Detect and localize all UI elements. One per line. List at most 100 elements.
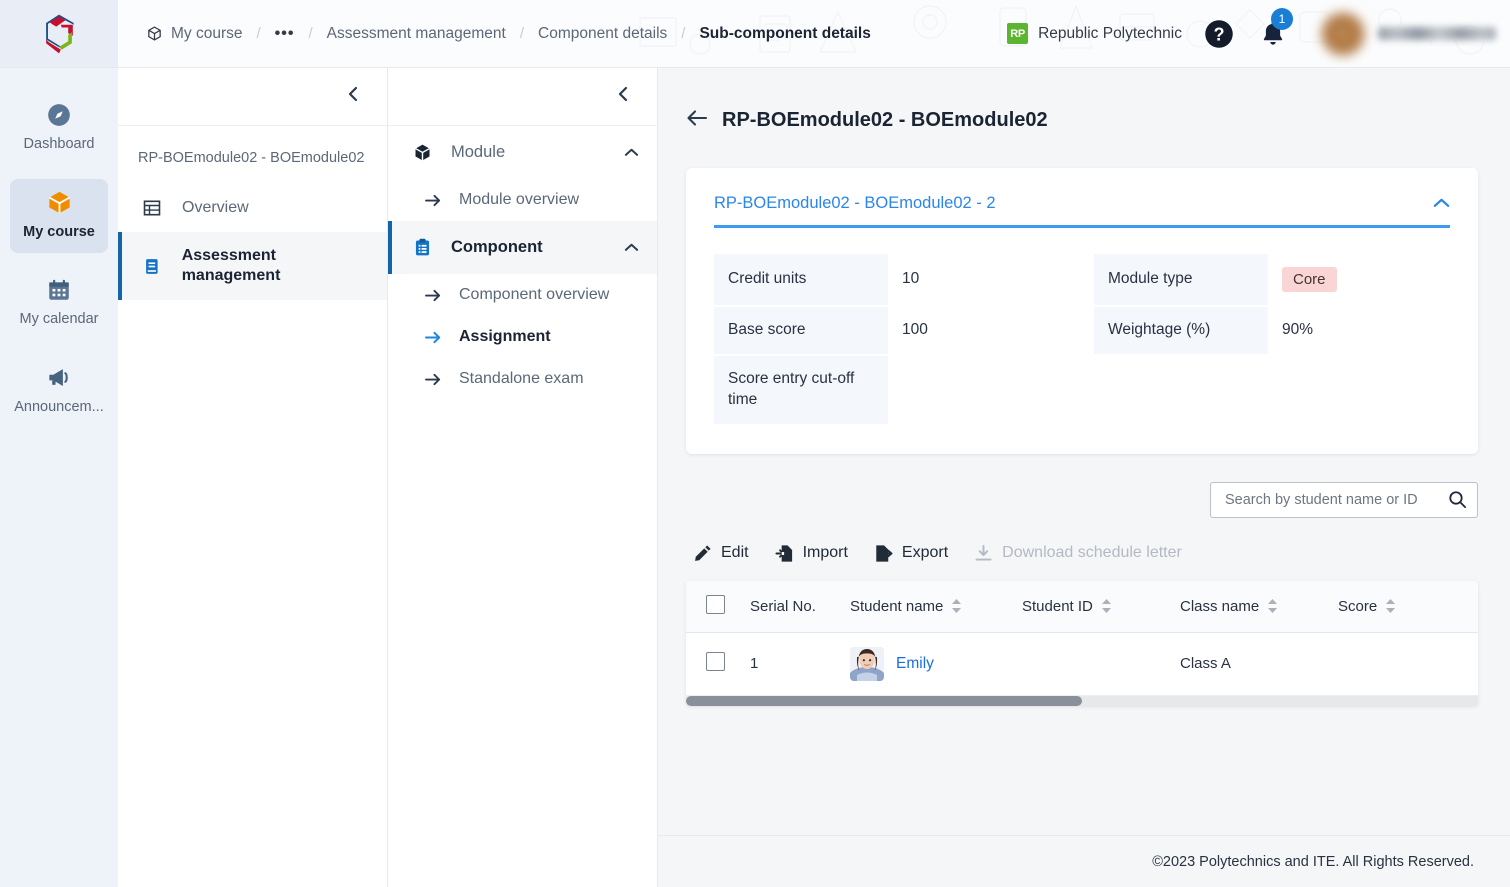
nav-subitem-module-overview[interactable]: Module overview xyxy=(388,179,657,221)
row-select-cell xyxy=(686,632,742,696)
breadcrumb-item-assessment-management[interactable]: Assessment management xyxy=(327,25,506,43)
cell-score xyxy=(1330,632,1450,696)
rail-label: My calendar xyxy=(19,310,99,327)
file-export-icon xyxy=(876,544,893,562)
search-input[interactable] xyxy=(1223,490,1440,509)
cell-spacer xyxy=(1450,632,1478,696)
student-avatar xyxy=(850,646,884,681)
sort-icon[interactable] xyxy=(1101,598,1112,614)
sort-icon[interactable] xyxy=(1267,598,1278,614)
cube-icon xyxy=(48,191,70,214)
column-header-student-id[interactable]: Student ID xyxy=(1014,580,1172,633)
module-type-badge: Core xyxy=(1282,266,1337,292)
sidebar-item-assessment-management[interactable]: Assessment management xyxy=(118,232,387,300)
cube-icon xyxy=(148,26,161,41)
main-content: RP-BOEmodule02 - BOEmodule02 RP-BOEmodul… xyxy=(658,68,1510,887)
detail-value-module-type: Core xyxy=(1268,254,1474,305)
breadcrumb-separator: / xyxy=(681,25,686,42)
column-label: Student ID xyxy=(1022,597,1093,615)
nav-subitem-component-overview[interactable]: Component overview xyxy=(388,274,657,316)
table-header-row: Serial No. Student name Student ID Class… xyxy=(686,580,1478,633)
user-name-redacted xyxy=(1378,27,1496,40)
sidebar-item-overview[interactable]: Overview xyxy=(118,184,387,232)
collapse-component-panel-button[interactable] xyxy=(615,85,631,108)
search-icon[interactable] xyxy=(1448,490,1467,509)
chevron-up-icon[interactable] xyxy=(1433,197,1450,209)
cell-student-name: Emily xyxy=(842,632,1014,696)
breadcrumb-separator: / xyxy=(519,25,525,42)
table-row[interactable]: 1 Emily Class A xyxy=(686,632,1478,696)
import-button[interactable]: Import xyxy=(775,544,848,563)
detail-value-base-score: 100 xyxy=(902,321,928,339)
sort-icon[interactable] xyxy=(951,598,962,614)
main-scroll-area: RP-BOEmodule02 - BOEmodule02 RP-BOEmodul… xyxy=(658,68,1510,835)
column-header-student-name[interactable]: Student name xyxy=(842,580,1014,633)
rail-label: Dashboard xyxy=(23,136,95,152)
chevron-up-icon[interactable] xyxy=(624,242,639,253)
component-nav-panel: Module Module overview Component Compone… xyxy=(388,68,658,887)
students-table: Serial No. Student name Student ID Class… xyxy=(686,580,1478,696)
subcomponent-details-card: RP-BOEmodule02 - BOEmodule02 - 2 Credit … xyxy=(686,167,1478,454)
chevron-left-icon xyxy=(348,86,358,102)
breadcrumb-item-component-details[interactable]: Component details xyxy=(538,25,667,43)
student-name-link[interactable]: Emily xyxy=(896,655,934,673)
column-header-score[interactable]: Score xyxy=(1330,580,1450,633)
rail-item-announcements[interactable]: Announcem... xyxy=(10,354,108,428)
row-checkbox[interactable] xyxy=(706,652,725,672)
back-button[interactable] xyxy=(686,109,708,132)
table-toolbar: Edit Import Export Download schedule let… xyxy=(686,544,1478,563)
rail-label: Announcem... xyxy=(14,398,104,415)
copyright-text: ©2023 Polytechnics and ITE. All Rights R… xyxy=(1152,853,1474,870)
detail-empty-cell xyxy=(1094,356,1268,424)
download-schedule-letter-label: Download schedule letter xyxy=(1002,544,1182,562)
body-container: Dashboard My course My calendar Announce… xyxy=(0,68,1510,887)
page-title: RP-BOEmodule02 - BOEmodule02 xyxy=(722,109,1048,132)
scrollbar-thumb[interactable] xyxy=(686,695,1082,706)
search-box[interactable] xyxy=(1210,481,1478,518)
import-label: Import xyxy=(802,544,848,562)
brand-hexagon-icon xyxy=(46,14,74,53)
detail-key-module-type: Module type xyxy=(1094,253,1268,305)
select-all-header xyxy=(686,580,742,633)
user-avatar xyxy=(1320,10,1366,57)
rail-item-my-course[interactable]: My course xyxy=(10,178,108,253)
sort-icon[interactable] xyxy=(1385,598,1396,614)
accordion-header[interactable]: RP-BOEmodule02 - BOEmodule02 - 2 xyxy=(714,194,1450,228)
clipboard-icon xyxy=(415,238,430,256)
accordion-title: RP-BOEmodule02 - BOEmodule02 - 2 xyxy=(714,193,996,212)
primary-nav-rail: Dashboard My course My calendar Announce… xyxy=(0,68,118,887)
notifications-button[interactable]: 1 xyxy=(1260,7,1293,48)
nav-subitem-standalone-exam[interactable]: Standalone exam xyxy=(388,358,657,400)
detail-value-credit-units: 10 xyxy=(902,270,920,288)
sidebar-item-label: Overview xyxy=(182,199,249,216)
nav-group-component[interactable]: Component xyxy=(388,221,657,274)
export-button[interactable]: Export xyxy=(874,544,948,563)
column-header-spacer xyxy=(1450,580,1478,633)
details-grid: Credit units 10 Module type Core Base sc… xyxy=(714,253,1450,424)
nav-group-module[interactable]: Module xyxy=(388,126,657,179)
help-button[interactable]: ? xyxy=(1204,19,1234,49)
chevron-up-icon[interactable] xyxy=(624,147,639,158)
column-label: Student name xyxy=(850,597,944,615)
app-logo[interactable] xyxy=(0,0,118,67)
select-all-checkbox[interactable] xyxy=(706,594,725,614)
calendar-icon xyxy=(49,279,69,300)
arrow-right-icon xyxy=(424,331,441,343)
rail-item-my-calendar[interactable]: My calendar xyxy=(10,267,108,340)
breadcrumb-label: My course xyxy=(171,24,243,42)
breadcrumb-item-my-course[interactable]: My course xyxy=(146,25,243,43)
download-schedule-letter-button: Download schedule letter xyxy=(974,544,1182,563)
collapse-course-panel-button[interactable] xyxy=(345,85,361,108)
user-menu[interactable] xyxy=(1320,10,1496,57)
help-circle-icon: ? xyxy=(1205,19,1233,48)
edit-button[interactable]: Edit xyxy=(694,544,749,562)
rail-item-dashboard[interactable]: Dashboard xyxy=(10,92,108,165)
nav-subitem-assignment[interactable]: Assignment xyxy=(388,316,657,358)
breadcrumb-item-sub-component-details[interactable]: Sub-component details xyxy=(699,25,870,43)
breadcrumb-separator: / xyxy=(256,25,261,42)
column-header-class-name[interactable]: Class name xyxy=(1172,580,1330,633)
table-body: 1 Emily Class A xyxy=(686,632,1478,696)
breadcrumb-item-ellipsis[interactable]: ••• xyxy=(275,25,295,43)
table-head: Serial No. Student name Student ID Class… xyxy=(686,580,1478,633)
table-horizontal-scrollbar[interactable] xyxy=(686,695,1478,706)
